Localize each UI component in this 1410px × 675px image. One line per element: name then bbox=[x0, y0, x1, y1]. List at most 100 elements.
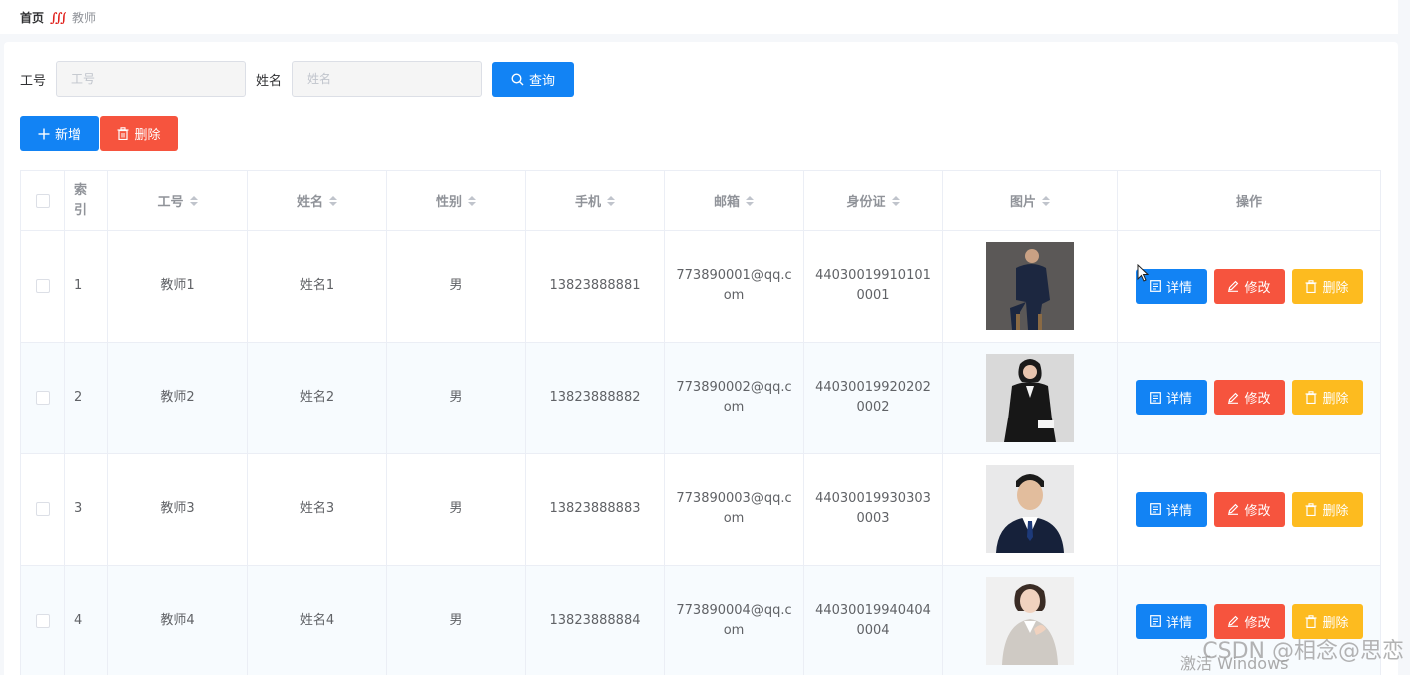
cell-phone: 13823888883 bbox=[526, 454, 665, 565]
document-icon bbox=[1150, 280, 1161, 293]
trash-icon bbox=[117, 127, 129, 140]
cell-phone: 13823888881 bbox=[526, 231, 665, 342]
sort-icon[interactable] bbox=[746, 195, 754, 206]
name-input[interactable] bbox=[292, 61, 483, 97]
breadcrumb: 首页 ∭ 教师 bbox=[0, 0, 1398, 34]
cell-name: 姓名1 bbox=[248, 231, 387, 342]
cell-gender: 男 bbox=[387, 342, 526, 453]
delete-button[interactable]: 删除 bbox=[1291, 491, 1363, 527]
search-bar: 工号 姓名 查询 bbox=[20, 61, 575, 97]
teacher-photo[interactable] bbox=[986, 242, 1074, 331]
trash-icon bbox=[1305, 280, 1317, 293]
document-icon bbox=[1150, 391, 1161, 404]
column-header-no[interactable]: 工号 bbox=[108, 171, 248, 230]
cell-email: 773890003@qq.com bbox=[665, 454, 804, 565]
detail-button[interactable]: 详情 bbox=[1135, 491, 1207, 527]
cell-idcard: 440300199303030003 bbox=[804, 454, 943, 565]
cell-email: 773890004@qq.com bbox=[665, 565, 804, 675]
edit-icon bbox=[1228, 504, 1239, 516]
column-header-name[interactable]: 姓名 bbox=[248, 171, 387, 230]
column-header-picture[interactable]: 图片 bbox=[943, 171, 1118, 230]
row-actions: 详情 修改 删除 bbox=[1135, 268, 1363, 304]
table-row: 2 教师2 姓名2 男 13823888882 773890002@qq.com… bbox=[21, 342, 1380, 454]
row-actions: 详情 修改 删除 bbox=[1135, 491, 1363, 527]
detail-button[interactable]: 详情 bbox=[1135, 380, 1207, 416]
delete-button[interactable]: 删除 bbox=[1291, 380, 1363, 416]
table-row: 3 教师3 姓名3 男 13823888883 773890003@qq.com… bbox=[21, 454, 1380, 566]
batch-delete-button[interactable]: 删除 bbox=[100, 116, 178, 151]
cell-index: 4 bbox=[65, 565, 108, 675]
activate-windows-watermark: 激活 Windows bbox=[1180, 654, 1289, 673]
sort-icon[interactable] bbox=[1042, 195, 1050, 206]
cell-index: 2 bbox=[65, 342, 108, 453]
row-checkbox[interactable] bbox=[35, 614, 50, 629]
toolbar: 新增 删除 bbox=[20, 116, 178, 151]
detail-button[interactable]: 详情 bbox=[1135, 603, 1207, 639]
cell-phone: 13823888884 bbox=[526, 565, 665, 675]
sort-icon[interactable] bbox=[189, 195, 198, 206]
trash-icon bbox=[1305, 391, 1317, 405]
svg-text:∭: ∭ bbox=[50, 11, 66, 24]
teacher-no-label: 工号 bbox=[20, 73, 47, 89]
edit-button[interactable]: 修改 bbox=[1213, 268, 1285, 304]
sort-icon[interactable] bbox=[468, 195, 476, 206]
column-header-gender[interactable]: 性别 bbox=[387, 171, 526, 230]
table-row: 4 教师4 姓名4 男 13823888884 773890004@qq.com… bbox=[21, 565, 1380, 675]
plus-icon bbox=[38, 128, 50, 139]
cell-gender: 男 bbox=[387, 565, 526, 675]
cell-gender: 男 bbox=[387, 231, 526, 342]
select-all-checkbox[interactable] bbox=[35, 193, 50, 208]
query-button-label: 查询 bbox=[529, 73, 556, 89]
edit-icon bbox=[1228, 281, 1239, 293]
query-button[interactable]: 查询 bbox=[492, 61, 575, 97]
document-icon bbox=[1150, 503, 1161, 516]
column-header-email[interactable]: 邮箱 bbox=[665, 171, 804, 230]
add-button[interactable]: 新增 bbox=[20, 116, 99, 151]
trash-icon bbox=[1305, 503, 1317, 516]
edit-button[interactable]: 修改 bbox=[1213, 380, 1285, 416]
edit-icon bbox=[1228, 616, 1239, 628]
table-header: 索引 工号 姓名 性别 手机 邮箱 身份证 图片 操作 bbox=[21, 171, 1380, 231]
row-checkbox[interactable] bbox=[35, 279, 50, 294]
column-header-operation: 操作 bbox=[1235, 195, 1262, 210]
trash-icon bbox=[1305, 615, 1317, 628]
row-checkbox[interactable] bbox=[35, 390, 50, 405]
cell-no: 教师1 bbox=[108, 231, 248, 342]
name-label: 姓名 bbox=[256, 73, 283, 89]
breadcrumb-separator-icon: ∭ bbox=[50, 10, 66, 24]
cell-idcard: 440300199404040004 bbox=[804, 565, 943, 675]
column-header-index: 索引 bbox=[65, 171, 108, 230]
teacher-photo[interactable] bbox=[986, 353, 1074, 442]
delete-button[interactable]: 删除 bbox=[1291, 268, 1363, 304]
column-header-phone[interactable]: 手机 bbox=[526, 171, 665, 230]
teacher-photo[interactable] bbox=[986, 577, 1074, 666]
sort-icon[interactable] bbox=[891, 195, 900, 206]
teacher-no-input[interactable] bbox=[56, 61, 247, 97]
row-checkbox[interactable] bbox=[35, 502, 50, 517]
teacher-table: 索引 工号 姓名 性别 手机 邮箱 身份证 图片 操作 1 教师1 姓名1 男 … bbox=[20, 170, 1381, 675]
edit-button[interactable]: 修改 bbox=[1213, 491, 1285, 527]
column-header-idcard[interactable]: 身份证 bbox=[804, 171, 943, 230]
teacher-photo[interactable] bbox=[986, 465, 1074, 554]
breadcrumb-current: 教师 bbox=[72, 10, 97, 25]
add-button-label: 新增 bbox=[54, 128, 81, 143]
cell-email: 773890001@qq.com bbox=[665, 231, 804, 342]
search-icon bbox=[511, 72, 524, 85]
main-card: 工号 姓名 查询 新增 删除 索引 工号 姓名 性别 手机 邮箱 身份证 图片 bbox=[4, 42, 1398, 675]
edit-icon bbox=[1228, 392, 1239, 404]
cell-name: 姓名3 bbox=[248, 454, 387, 565]
cell-name: 姓名2 bbox=[248, 342, 387, 453]
sort-icon[interactable] bbox=[607, 195, 615, 206]
document-icon bbox=[1150, 615, 1161, 628]
cell-no: 教师3 bbox=[108, 454, 248, 565]
cell-phone: 13823888882 bbox=[526, 342, 665, 453]
cell-idcard: 440300199101010001 bbox=[804, 231, 943, 342]
sort-icon[interactable] bbox=[329, 195, 337, 206]
table-row: 1 教师1 姓名1 男 13823888881 773890001@qq.com… bbox=[21, 231, 1380, 343]
breadcrumb-home[interactable]: 首页 bbox=[20, 9, 44, 26]
cell-index: 1 bbox=[65, 231, 108, 342]
cell-name: 姓名4 bbox=[248, 565, 387, 675]
cell-email: 773890002@qq.com bbox=[665, 342, 804, 453]
cell-no: 教师4 bbox=[108, 565, 248, 675]
mouse-cursor-icon bbox=[1137, 264, 1149, 282]
